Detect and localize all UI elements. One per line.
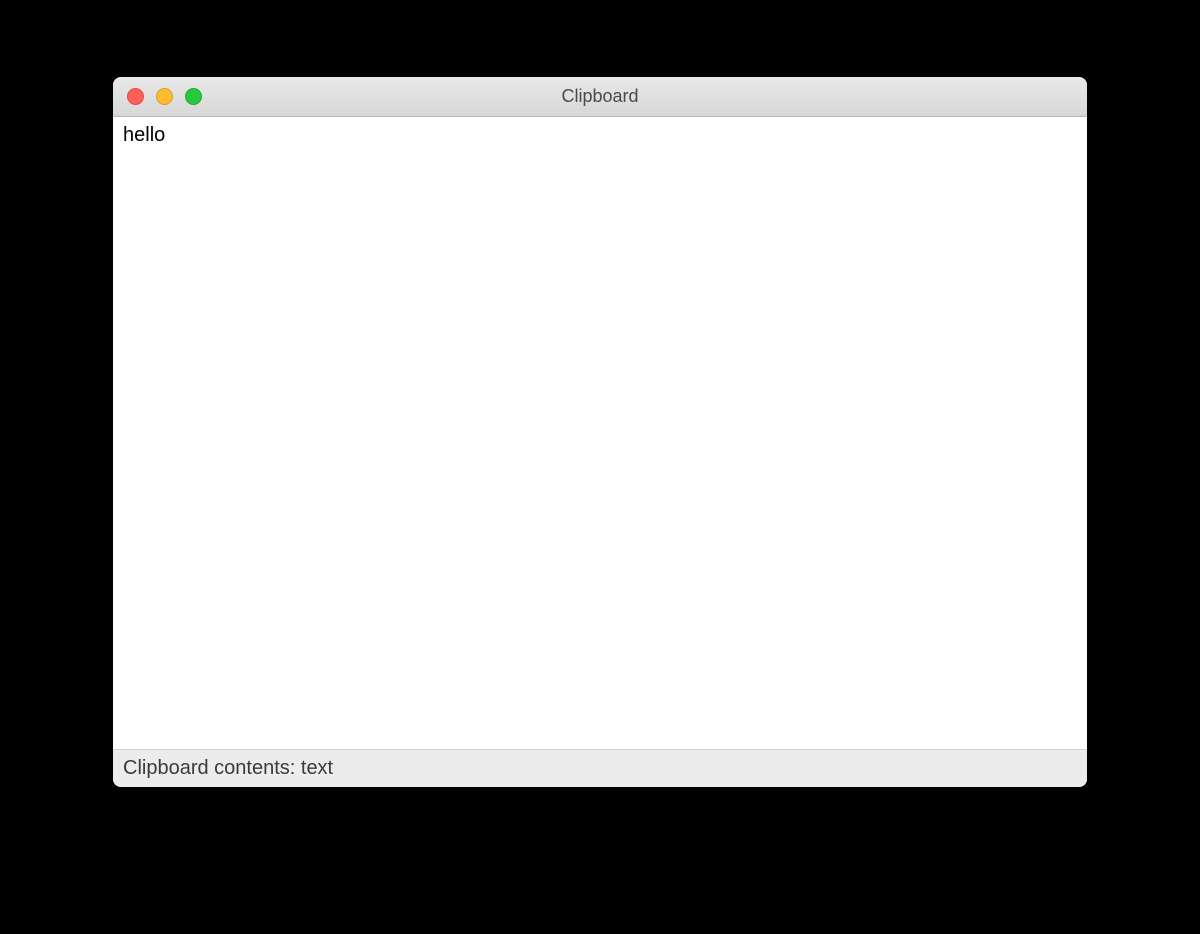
- content-text: hello: [123, 124, 165, 146]
- content-area[interactable]: hello: [113, 117, 1087, 749]
- close-button[interactable]: [127, 88, 144, 105]
- status-text: Clipboard contents: text: [123, 757, 333, 780]
- status-bar: Clipboard contents: text: [113, 749, 1087, 787]
- traffic-lights: [113, 88, 202, 105]
- minimize-button[interactable]: [156, 88, 173, 105]
- application-window: Clipboard hello Clipboard contents: text: [113, 77, 1087, 787]
- zoom-button[interactable]: [185, 88, 202, 105]
- window-titlebar[interactable]: Clipboard: [113, 77, 1087, 117]
- window-title: Clipboard: [113, 86, 1087, 107]
